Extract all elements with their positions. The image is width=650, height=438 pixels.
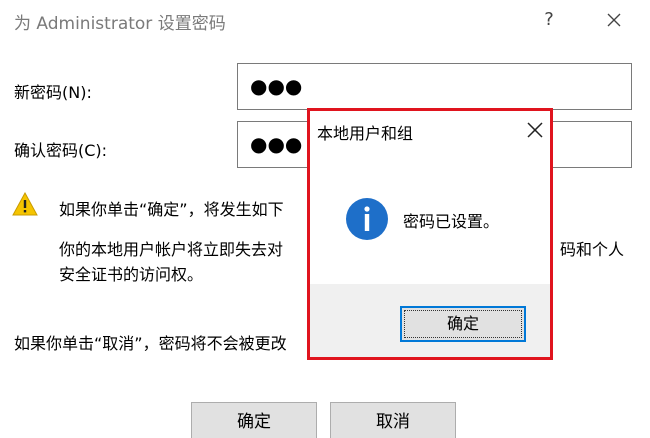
confirm-password-label: 确认密码(C):: [14, 141, 108, 160]
new-password-field[interactable]: ●●●: [237, 63, 632, 110]
focus-outline: [404, 310, 522, 338]
message-box: 本地用户和组 密码已设置。 确定: [307, 108, 553, 360]
warning-line-2-right: 码和个人: [560, 240, 625, 259]
ok-button[interactable]: 确定: [191, 402, 317, 438]
message-box-close-icon[interactable]: [524, 119, 546, 141]
window-title: 为 Administrator 设置密码: [14, 14, 226, 34]
message-box-title: 本地用户和组: [317, 124, 414, 143]
cancel-button[interactable]: 取消: [330, 402, 456, 438]
close-icon[interactable]: [600, 6, 628, 34]
info-icon: [346, 198, 388, 240]
help-button[interactable]: ?: [539, 6, 559, 34]
new-password-label: 新密码(N):: [14, 83, 92, 102]
cancel-note: 如果你单击“取消”，密码将不会被更改: [14, 334, 287, 353]
set-password-dialog: 为 Administrator 设置密码 ? 新密码(N): ●●● 确认密码(…: [0, 0, 650, 438]
message-text: 密码已设置。: [403, 212, 500, 231]
warning-line-2: 你的本地用户帐户将立即失去对: [59, 240, 284, 259]
warning-line-3: 安全证书的访问权。: [59, 265, 204, 284]
warning-line-1: 如果你单击“确定”，将发生如下: [59, 200, 284, 219]
warning-icon: [12, 192, 38, 216]
title-bar: 为 Administrator 设置密码 ?: [0, 0, 650, 44]
message-box-ok-button[interactable]: 确定: [400, 306, 526, 342]
